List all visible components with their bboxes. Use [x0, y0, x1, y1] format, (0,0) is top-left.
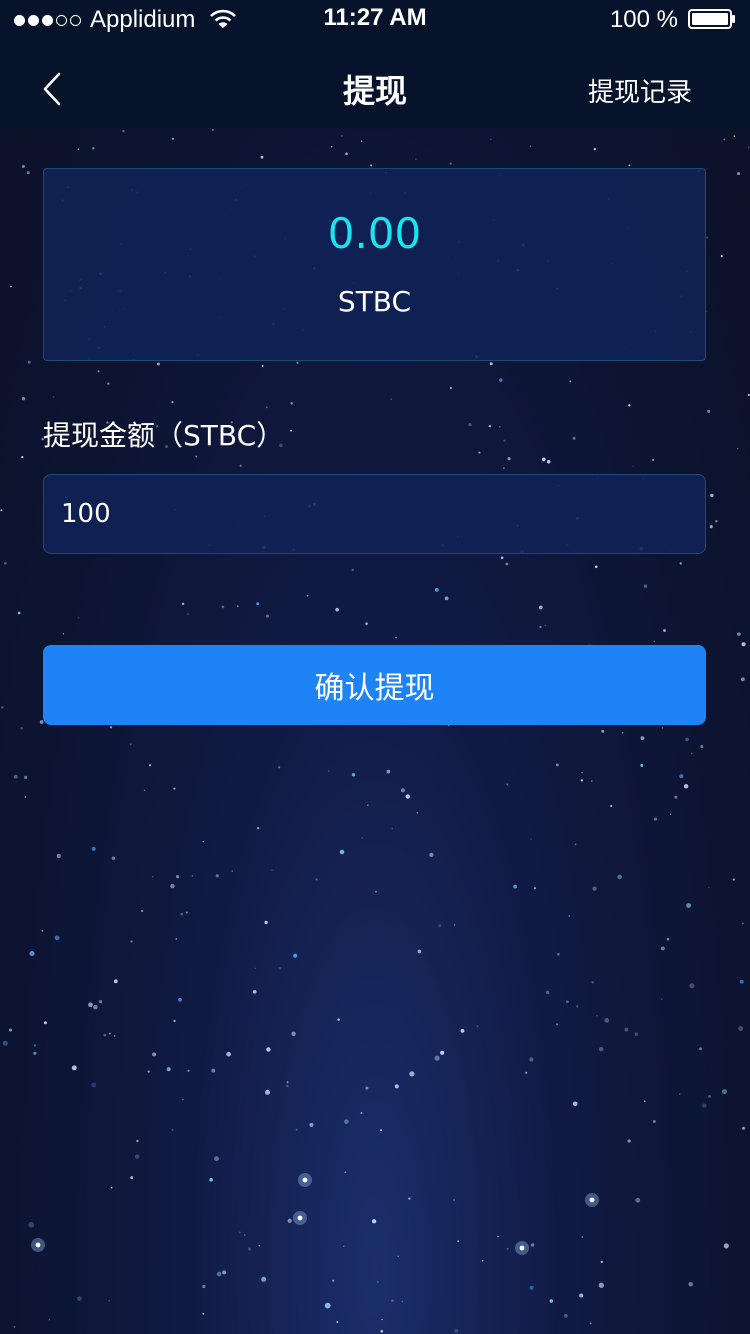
- amount-input[interactable]: [43, 474, 706, 554]
- confirm-withdraw-button[interactable]: 确认提现: [43, 645, 706, 725]
- amount-label: 提现金额（STBC）: [43, 419, 285, 452]
- balance-amount: 0.00: [327, 209, 422, 258]
- balance-unit: STBC: [337, 285, 412, 318]
- withdrawal-history-link[interactable]: 提现记录: [588, 72, 692, 109]
- back-button-chevron-left-icon[interactable]: [30, 60, 78, 108]
- battery-icon: [688, 9, 735, 29]
- status-bar: Applidium 11:27 AM 100 %: [0, 0, 750, 40]
- navigation-bar: 提现 提现记录: [0, 40, 750, 128]
- battery-percentage: 100 %: [609, 6, 678, 33]
- balance-card: 0.00 STBC: [43, 168, 706, 361]
